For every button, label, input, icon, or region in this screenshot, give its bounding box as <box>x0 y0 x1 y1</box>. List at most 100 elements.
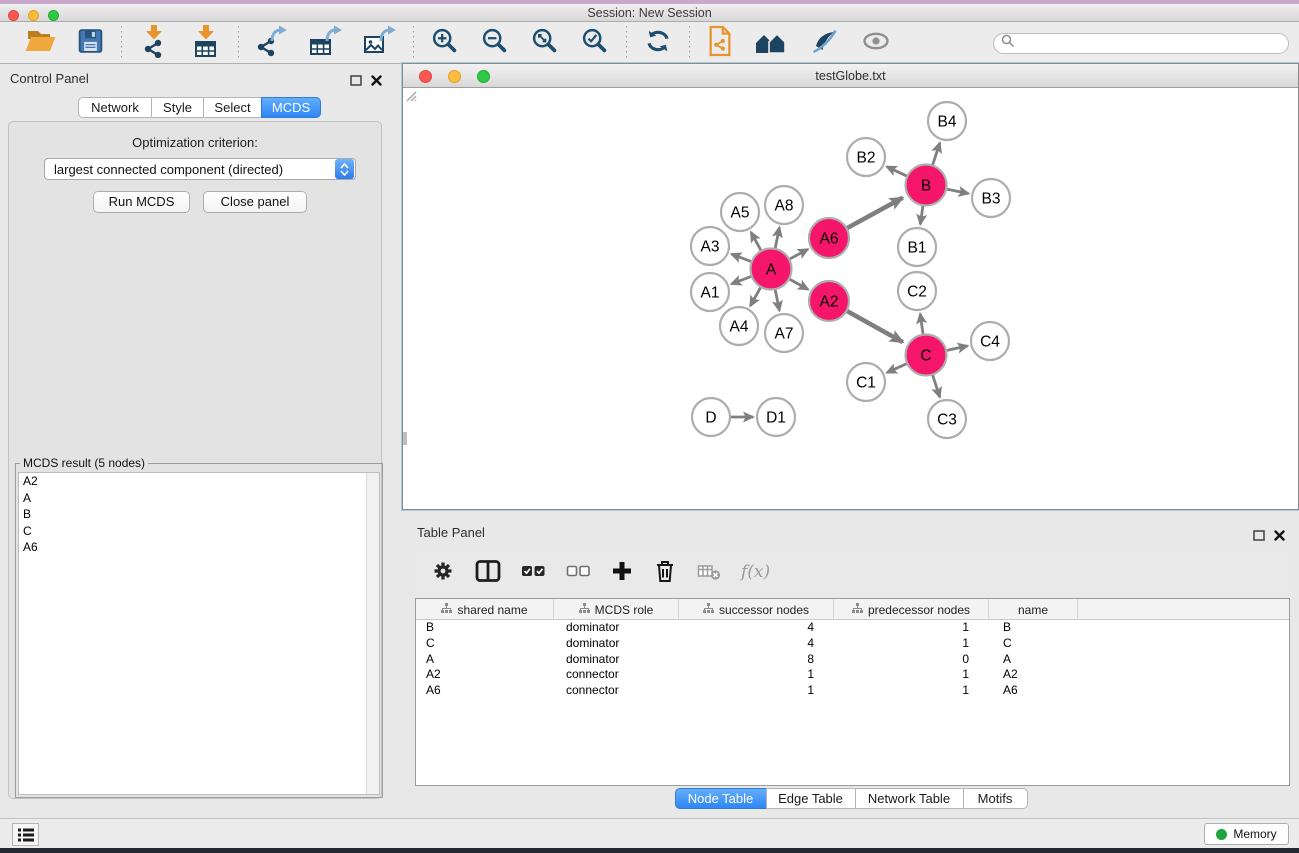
table-row-B[interactable]: Bdominator41B <box>416 620 1289 636</box>
edge-A-A8[interactable] <box>775 228 780 251</box>
float-panel-icon[interactable] <box>1253 528 1265 546</box>
select-all-columns-button[interactable] <box>521 559 546 586</box>
tab-motifs[interactable]: Motifs <box>963 788 1028 809</box>
float-panel-icon[interactable] <box>350 73 362 91</box>
edge-C-C1[interactable] <box>887 363 909 373</box>
tab-select[interactable]: Select <box>203 97 262 118</box>
import-network-button[interactable] <box>128 24 180 62</box>
edge-A-A6[interactable] <box>787 249 808 260</box>
node-A[interactable]: A <box>751 249 792 290</box>
tab-edge-table[interactable]: Edge Table <box>766 788 856 809</box>
close-panel-icon[interactable] <box>371 73 382 91</box>
edge-B-B3[interactable] <box>944 189 968 194</box>
node-B3[interactable]: B3 <box>972 179 1010 217</box>
edge-A-A5[interactable] <box>751 232 762 253</box>
run-mcds-button[interactable]: Run MCDS <box>93 191 190 213</box>
node-C[interactable]: C <box>906 335 947 376</box>
mcds-result-item[interactable]: A <box>19 490 379 507</box>
mcds-result-item[interactable]: A6 <box>19 539 379 556</box>
column-header-successor-nodes[interactable]: successor nodes <box>679 599 834 620</box>
tab-node-table[interactable]: Node Table <box>675 788 767 809</box>
node-A5[interactable]: A5 <box>721 193 759 231</box>
edge-B-B4[interactable] <box>932 143 940 168</box>
save-session-button[interactable] <box>66 24 115 62</box>
resize-grip-icon[interactable] <box>403 88 417 102</box>
table-row-A[interactable]: Adominator80A <box>416 652 1289 668</box>
search-input[interactable] <box>1015 37 1288 51</box>
close-panel-button[interactable]: Close panel <box>203 191 307 213</box>
edge-A-A3[interactable] <box>732 254 754 262</box>
edge-A2-C[interactable] <box>845 310 903 342</box>
edge-B-B2[interactable] <box>887 167 909 178</box>
edge-A-A1[interactable] <box>732 276 754 284</box>
edge-C-C3[interactable] <box>932 373 940 398</box>
tab-style[interactable]: Style <box>151 97 204 118</box>
show-network-preview-button[interactable] <box>850 24 902 62</box>
edge-B-B1[interactable] <box>920 203 923 224</box>
node-A6[interactable]: A6 <box>809 218 849 258</box>
create-column-button[interactable] <box>611 559 633 586</box>
column-header-name[interactable]: name <box>989 599 1078 620</box>
node-D1[interactable]: D1 <box>757 398 795 436</box>
table-row-A2[interactable]: A2connector11A2 <box>416 667 1289 683</box>
canvas-scroll-thumb[interactable] <box>403 432 407 445</box>
node-C2[interactable]: C2 <box>898 272 936 310</box>
edge-A-A7[interactable] <box>775 287 780 310</box>
zoom-out-button[interactable] <box>470 24 520 62</box>
settings-gear-button[interactable] <box>431 559 455 586</box>
delete-columns-button[interactable] <box>653 558 677 587</box>
node-A8[interactable]: A8 <box>765 186 803 224</box>
zoom-selected-button[interactable] <box>570 24 620 62</box>
show-column-panel-button[interactable] <box>475 559 501 586</box>
node-D[interactable]: D <box>692 398 730 436</box>
network-window-titlebar[interactable]: testGlobe.txt <box>403 64 1298 88</box>
column-header-shared-name[interactable]: shared name <box>416 599 554 620</box>
node-B[interactable]: B <box>906 165 947 206</box>
refresh-view-button[interactable] <box>633 24 683 62</box>
criterion-dropdown[interactable]: largest connected component (directed) <box>44 158 356 180</box>
edge-A6-B[interactable] <box>845 198 903 230</box>
tab-network-table[interactable]: Network Table <box>855 788 964 809</box>
node-A1[interactable]: A1 <box>691 273 729 311</box>
hide-graphics-details-button[interactable] <box>798 24 850 62</box>
main-titlebar[interactable]: Session: New Session <box>0 4 1299 22</box>
mcds-result-item[interactable]: A2 <box>19 473 379 490</box>
edge-C-C2[interactable] <box>920 314 923 337</box>
table-row-C[interactable]: Cdominator41C <box>416 636 1289 652</box>
close-panel-icon[interactable] <box>1274 528 1285 546</box>
tab-network[interactable]: Network <box>78 97 152 118</box>
network-canvas[interactable]: B4 B2 B B3 A8A5 A6 A3 B1 A A1 C2 A2 A4A7 C4 C C1 D D1 C3 <box>403 88 1298 509</box>
node-C4[interactable]: C4 <box>971 322 1009 360</box>
node-A3[interactable]: A3 <box>691 227 729 265</box>
export-network-button[interactable] <box>245 24 299 62</box>
node-A4[interactable]: A4 <box>720 307 758 345</box>
node-B4[interactable]: B4 <box>928 102 966 140</box>
mcds-list-scrollbar[interactable] <box>366 473 379 794</box>
import-table-button[interactable] <box>180 24 232 62</box>
deselect-all-columns-button[interactable] <box>566 559 591 586</box>
open-file-button[interactable] <box>14 24 66 62</box>
zoom-fit-button[interactable] <box>520 24 570 62</box>
memory-button[interactable]: Memory <box>1204 823 1289 845</box>
node-B1[interactable]: B1 <box>898 228 936 266</box>
show-panels-button[interactable] <box>12 823 39 846</box>
mcds-result-item[interactable]: C <box>19 523 379 540</box>
first-neighbors-button[interactable] <box>744 24 798 62</box>
tab-mcds[interactable]: MCDS <box>261 97 321 118</box>
new-network-from-selection-button[interactable] <box>696 24 744 62</box>
edge-C-C4[interactable] <box>944 346 967 351</box>
export-table-button[interactable] <box>299 24 353 62</box>
zoom-in-button[interactable] <box>420 24 470 62</box>
node-C3[interactable]: C3 <box>928 400 966 438</box>
export-image-button[interactable] <box>353 24 407 62</box>
node-C1[interactable]: C1 <box>847 363 885 401</box>
edge-A-A2[interactable] <box>787 278 808 290</box>
search-field[interactable] <box>993 33 1289 54</box>
node-A7[interactable]: A7 <box>765 314 803 352</box>
column-header-MCDS-role[interactable]: MCDS role <box>554 599 679 620</box>
edge-A-A4[interactable] <box>750 285 762 306</box>
node-A2[interactable]: A2 <box>809 281 849 321</box>
table-row-A6[interactable]: A6connector11A6 <box>416 683 1289 699</box>
mcds-result-item[interactable]: B <box>19 506 379 523</box>
node-B2[interactable]: B2 <box>847 138 885 176</box>
